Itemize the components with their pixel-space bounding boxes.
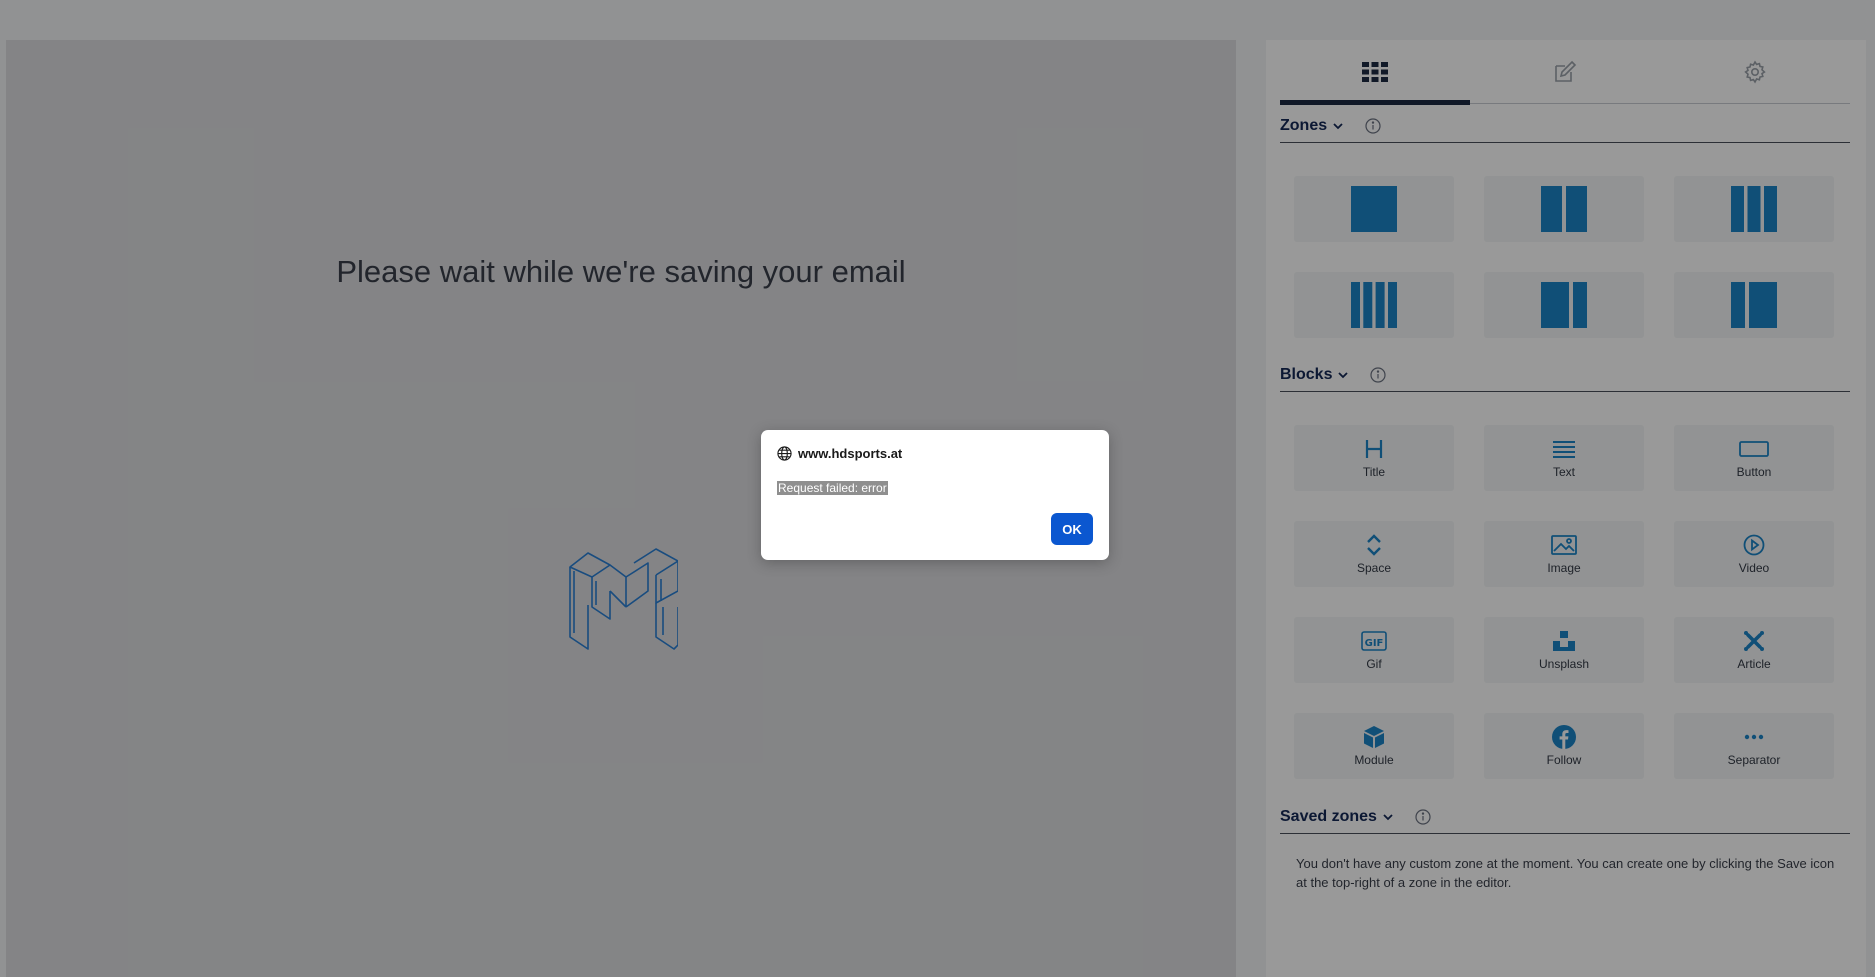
dialog-host: www.hdsports.at bbox=[798, 446, 903, 461]
alert-dialog: www.hdsports.at Request failed: error OK bbox=[761, 430, 1109, 560]
globe-icon bbox=[777, 446, 792, 461]
dialog-host-row: www.hdsports.at bbox=[777, 446, 902, 461]
ok-button[interactable]: OK bbox=[1051, 513, 1093, 545]
dialog-message: Request failed: error bbox=[777, 481, 888, 495]
